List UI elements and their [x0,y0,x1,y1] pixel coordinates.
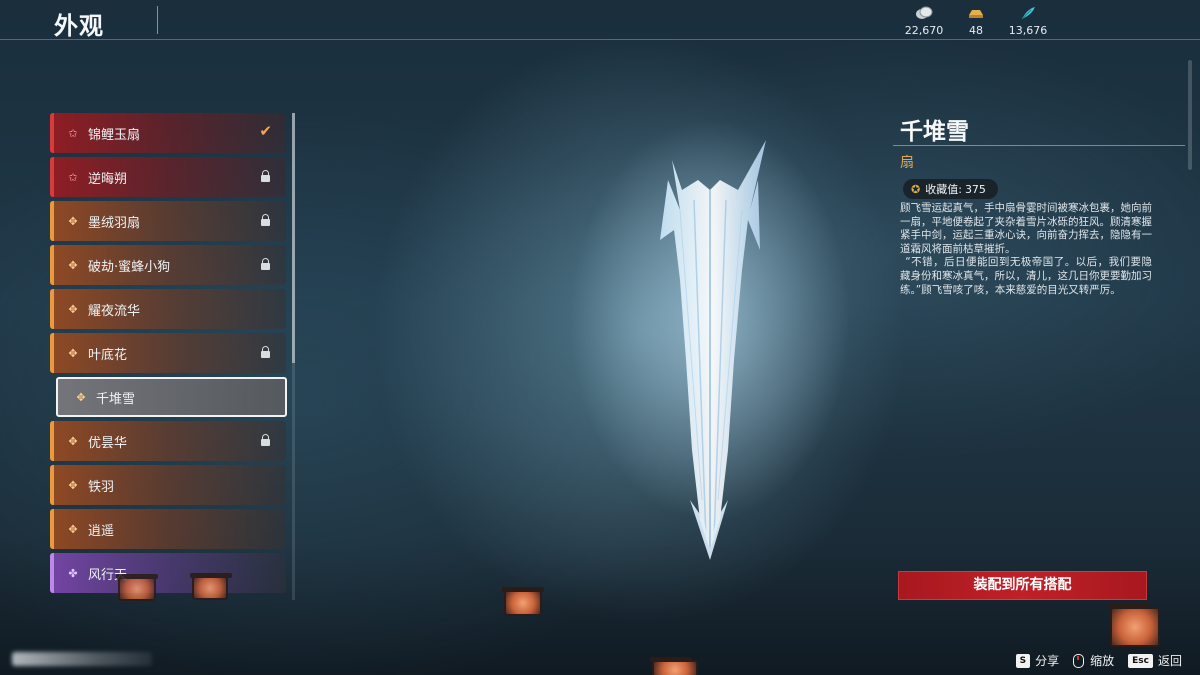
share-label: 分享 [1035,654,1060,668]
rarity-star-icon: ✩ [68,170,78,184]
list-item-selected[interactable]: ✥ 千堆雪 [56,377,287,417]
rarity-cross-icon: ✥ [68,258,78,272]
back-hint[interactable]: Esc 返回 [1128,652,1182,669]
lock-icon [261,434,270,446]
ice-fan-artwork [570,120,850,560]
back-key: Esc [1128,653,1153,668]
list-item[interactable]: ✥ 墨绒羽扇 [50,201,286,241]
item-title: 千堆雪 [900,119,969,145]
list-item[interactable]: ✩ 逆晦朔 [50,157,286,197]
list-item-label: 破劫·蜜蜂小狗 [88,259,171,275]
equip-all-button[interactable]: 装配到所有搭配 [898,571,1147,600]
description-paragraph-1: 顾飞雪运起真气，手中扇骨霎时间被寒冰包裹，她向前一扇，平地便卷起了夹杂着雪片冰砾… [900,202,1152,255]
jade-feather-icon [993,6,1063,22]
check-icon: ✔ [259,122,272,140]
rarity-cross-icon: ✥ [68,478,78,492]
lantern-decoration [502,587,544,616]
rarity-star-icon: ✩ [68,126,78,140]
list-item[interactable]: ✥ 耀夜流华 [50,289,286,329]
title-divider-line [893,145,1185,146]
list-scrollbar[interactable] [292,113,295,600]
control-hints: S 分享 缩放 Esc 返回 [1015,652,1182,669]
share-key: S [1015,653,1031,668]
title-divider [157,6,158,34]
lantern-decoration [116,574,158,601]
zoom-hint[interactable]: 缩放 [1073,652,1114,669]
list-item[interactable]: ✥ 逍遥 [50,509,286,549]
collection-icon: ✪ [911,182,921,196]
mouse-scroll-icon [1073,653,1085,668]
rarity-cross-icon: ✥ [68,434,78,448]
share-hint[interactable]: S 分享 [1015,652,1060,669]
zoom-label: 缩放 [1090,654,1115,668]
list-item[interactable]: ✩ 锦鲤玉扇 ✔ [50,113,286,153]
lantern-decoration [1108,604,1160,647]
rarity-cross-icon: ✥ [68,522,78,536]
list-item[interactable]: ✤ 风行天 [50,553,286,593]
rarity-cross-icon: ✥ [68,346,78,360]
list-item-label: 优昙华 [88,435,128,451]
rarity-cross-icon: ✥ [68,214,78,228]
lock-icon [261,346,270,358]
currency-jade: 13,676 [993,6,1063,37]
page-title: 外观 [54,12,104,40]
list-item[interactable]: ✥ 破劫·蜜蜂小狗 [50,245,286,285]
list-item-label: 耀夜流华 [88,303,141,319]
list-item[interactable]: ✥ 叶底花 [50,333,286,373]
list-scrollbar-thumb[interactable] [292,113,295,363]
detail-scrollbar[interactable] [1188,60,1192,170]
lock-icon [261,258,270,270]
back-label: 返回 [1157,654,1182,668]
rarity-cross-icon: ✥ [76,390,86,404]
list-item-label: 逆晦朔 [88,171,128,187]
item-type: 扇 [900,155,914,171]
item-description: 顾飞雪运起真气，手中扇骨霎时间被寒冰包裹，她向前一扇，平地便卷起了夹杂着雪片冰砾… [900,202,1152,297]
list-item[interactable]: ✥ 优昙华 [50,421,286,461]
lock-icon [261,214,270,226]
lock-icon [261,170,270,182]
list-item-label: 锦鲤玉扇 [88,127,141,143]
list-item-label: 逍遥 [88,523,115,539]
appearance-list: ✩ 锦鲤玉扇 ✔ ✩ 逆晦朔 ✥ 墨绒羽扇 ✥ 破劫·蜜蜂小狗 ✥ 耀夜流华 ✥… [50,113,288,600]
description-paragraph-2: “不错，后日便能回到无极帝国了。以后，我们要隐藏身份和寒冰真气，所以，清儿，这几… [900,256,1152,296]
top-bar: 外观 22,670 48 13,676 [0,0,1200,40]
top-bar-divider [0,39,1200,40]
collection-value: 375 [964,182,986,196]
collection-label: 收藏值: [925,183,962,196]
list-item-label: 铁羽 [88,479,115,495]
list-item-label: 千堆雪 [96,391,136,407]
list-item[interactable]: ✥ 铁羽 [50,465,286,505]
collection-value-badge: ✪ 收藏值: 375 [903,179,998,199]
rarity-tri-icon: ✤ [68,566,78,580]
list-item-label: 墨绒羽扇 [88,215,141,231]
lantern-decoration [190,573,232,600]
rarity-cross-icon: ✥ [68,302,78,316]
jade-feather-value: 13,676 [1008,24,1048,37]
player-info-blurred [12,652,152,666]
list-item-label: 叶底花 [88,347,128,363]
lantern-decoration [650,657,698,675]
